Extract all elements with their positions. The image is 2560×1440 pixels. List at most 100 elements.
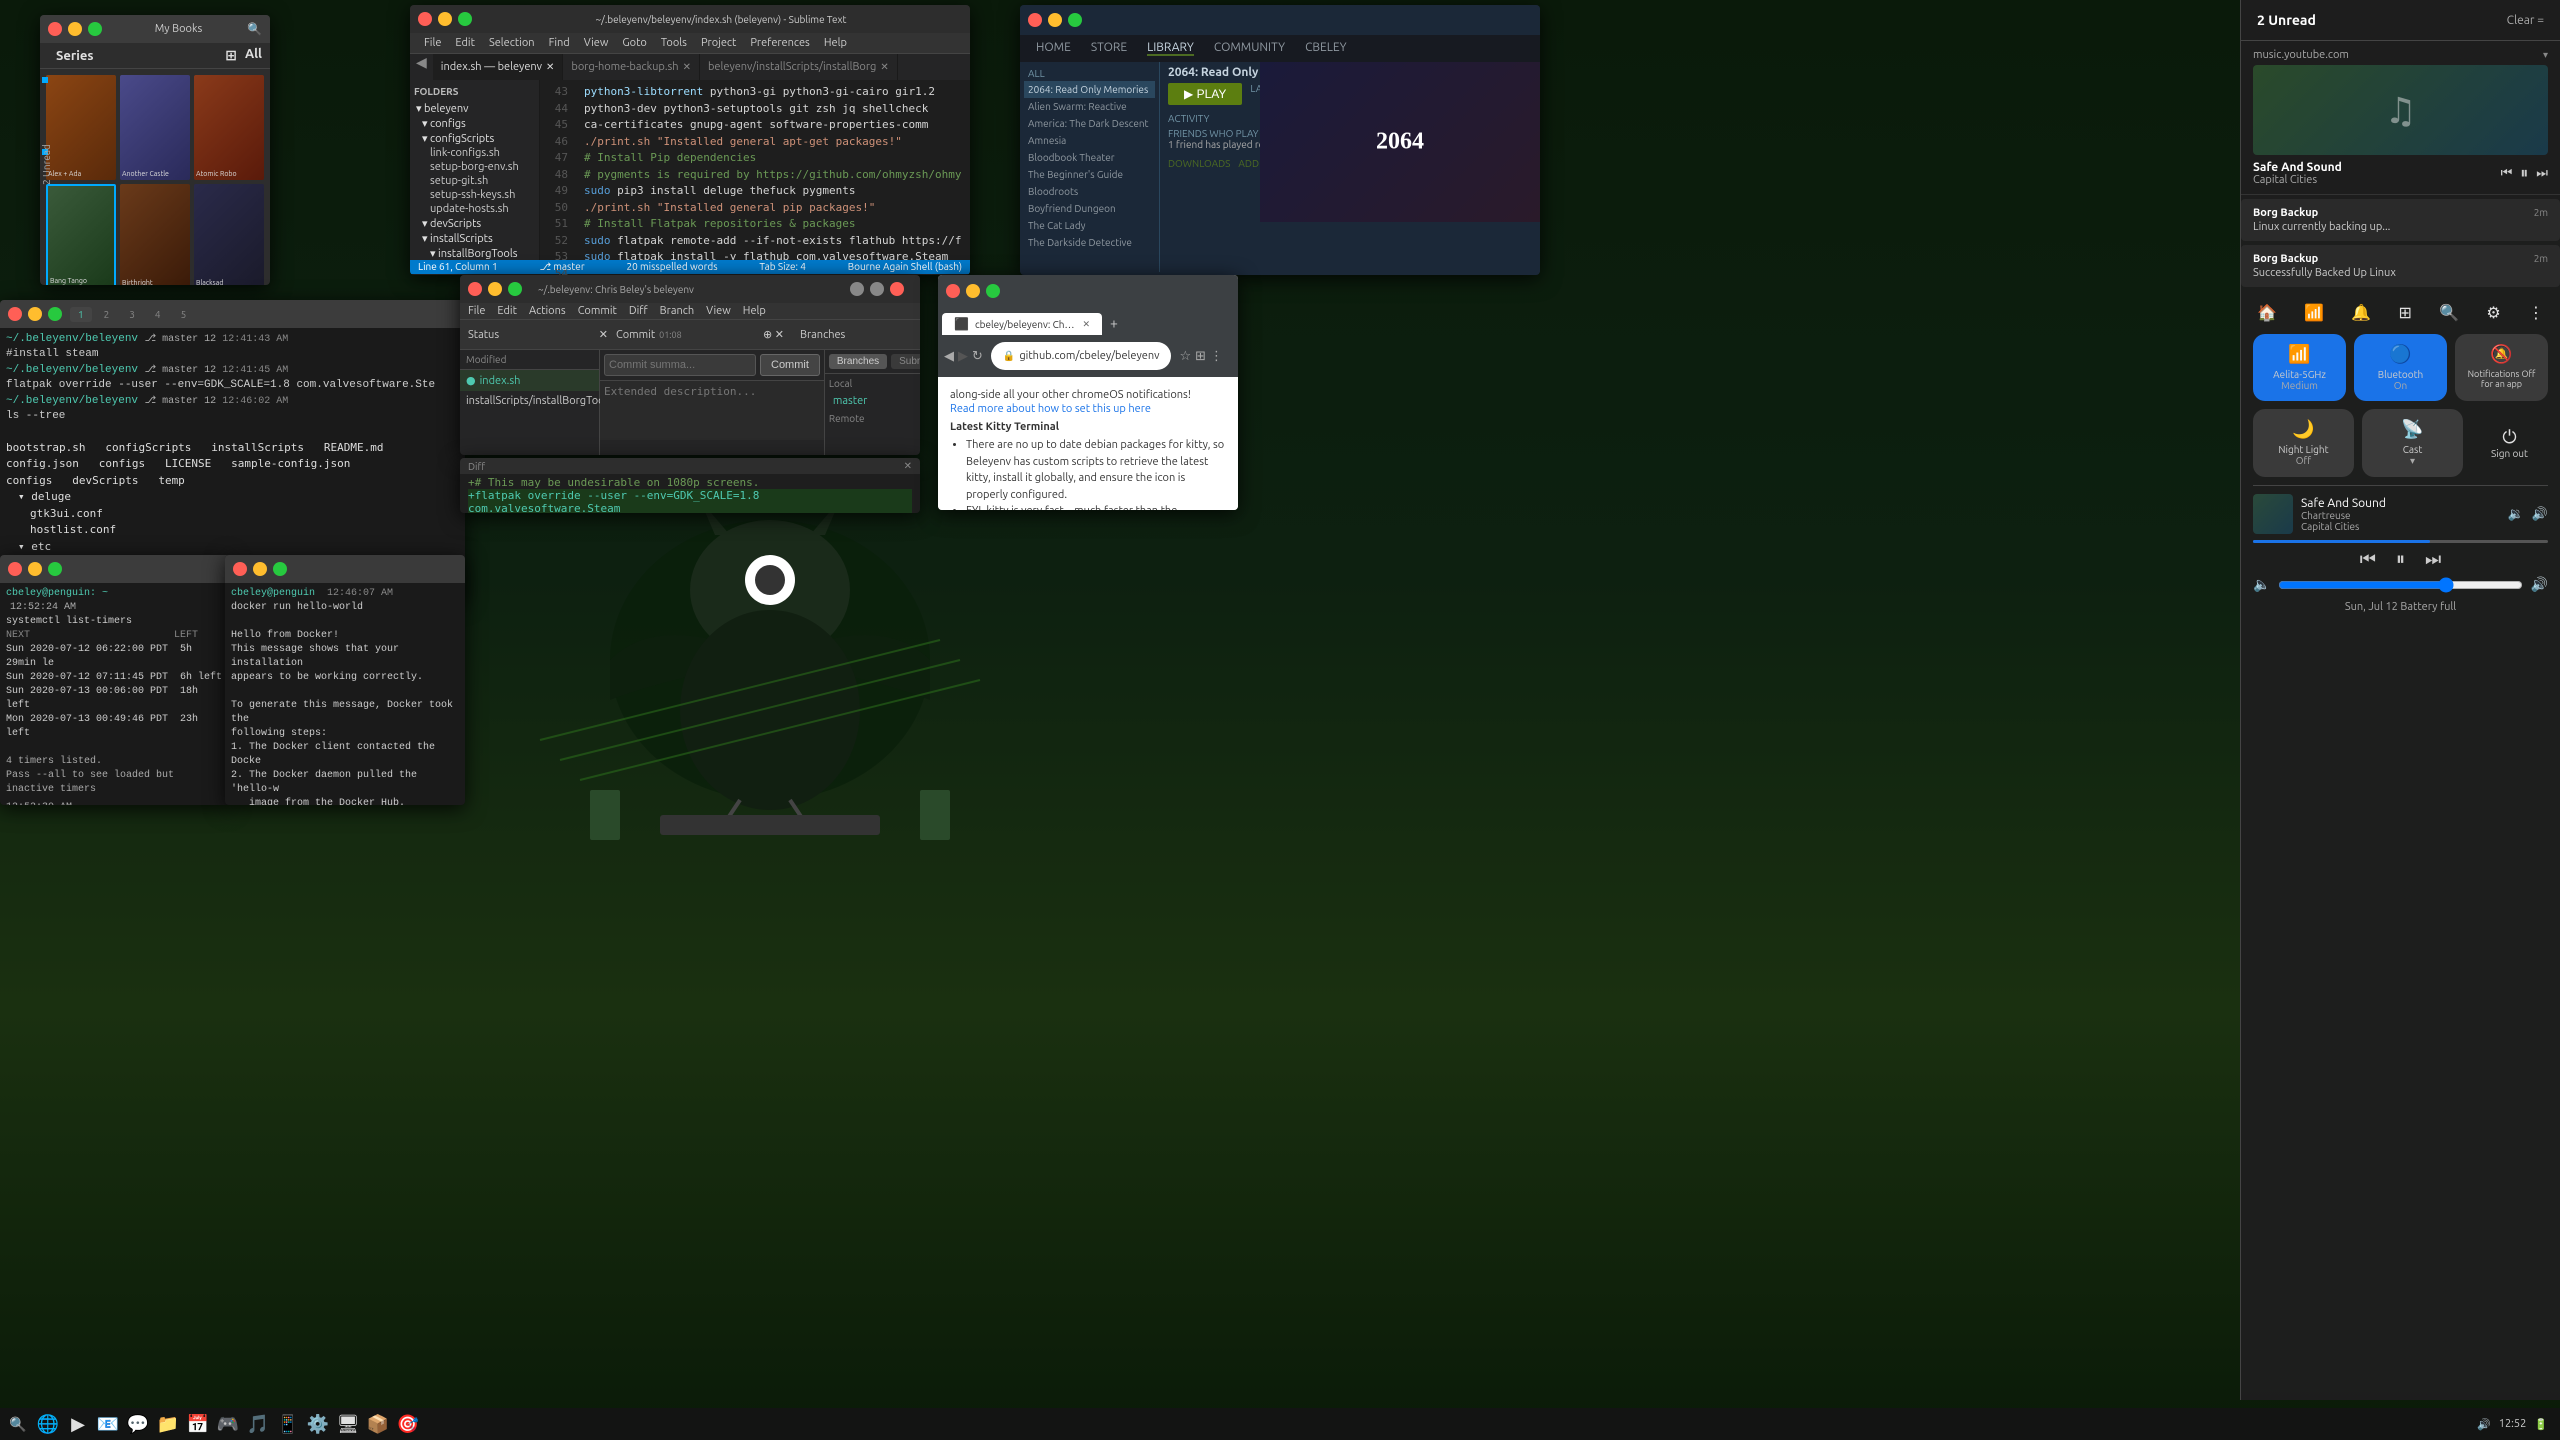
close-button[interactable] <box>890 282 904 296</box>
menu-find[interactable]: Find <box>543 35 576 51</box>
file-borg-env[interactable]: setup-borg-env.sh <box>414 160 535 174</box>
sidebar-item[interactable]: Alien Swarm: Reactive <box>1024 98 1155 115</box>
taskbar-launcher[interactable]: 🔍 <box>4 1410 32 1438</box>
taskbar-extra3[interactable]: 🎯 <box>394 1410 422 1438</box>
close-button[interactable] <box>48 22 62 36</box>
bluetooth-tile[interactable]: 🔵 Bluetooth On <box>2354 334 2447 401</box>
minimize-button[interactable] <box>966 284 980 298</box>
nav-community[interactable]: COMMUNITY <box>1214 41 1285 56</box>
folder-borgtools[interactable]: ▾ installBorgTools <box>414 246 535 260</box>
menu-view[interactable]: View <box>578 35 615 51</box>
new-tab-button[interactable]: + <box>1102 311 1126 335</box>
close-icon[interactable]: ✕ <box>775 329 784 341</box>
cast-tile[interactable]: 📡 Cast ▾ <box>2362 409 2463 477</box>
taskbar-games[interactable]: 🎮 <box>214 1410 242 1438</box>
wifi-icon[interactable]: 📶 <box>2304 303 2324 322</box>
downloads-link[interactable]: DOWNLOADS <box>1168 158 1230 169</box>
menu-help[interactable]: Help <box>818 35 853 51</box>
sidebar-item[interactable]: Amnesia <box>1024 132 1155 149</box>
close-button[interactable] <box>233 562 247 576</box>
extensions-icon[interactable]: ⊞ <box>1195 349 1206 364</box>
minimize-button[interactable] <box>850 282 864 296</box>
nav-store[interactable]: STORE <box>1091 41 1127 56</box>
forward-icon[interactable]: ▶ <box>958 349 968 364</box>
minimize-button[interactable] <box>28 307 42 321</box>
commit-icon[interactable]: ⊕ <box>763 329 772 341</box>
maximize-button[interactable] <box>273 562 287 576</box>
menu-diff[interactable]: Diff <box>629 305 648 317</box>
window-controls[interactable] <box>233 562 287 576</box>
maximize-button[interactable] <box>870 282 884 296</box>
terminal3-content[interactable]: cbeley@penguin 12:46:07 AM docker run he… <box>225 583 465 805</box>
git-window-controls-right[interactable] <box>850 282 904 296</box>
window-controls[interactable] <box>946 284 1000 298</box>
maximize-button[interactable] <box>458 12 472 26</box>
close-button[interactable] <box>468 282 482 296</box>
menu-view[interactable]: View <box>706 305 731 317</box>
menu-goto[interactable]: Goto <box>616 35 652 51</box>
menu-commit[interactable]: Commit <box>578 305 617 317</box>
window-controls[interactable] <box>8 307 62 321</box>
unstaged-file[interactable]: installScripts/installBorgToo <box>460 391 599 411</box>
file-ssh-keys[interactable]: setup-ssh-keys.sh <box>414 188 535 202</box>
search-icon[interactable]: 🔍 <box>2439 303 2459 322</box>
taskbar-messages[interactable]: 💬 <box>124 1410 152 1438</box>
commit-button[interactable]: Commit <box>760 354 820 376</box>
play-button[interactable]: ▶ PLAY <box>1168 83 1242 105</box>
staged-file[interactable]: ● index.sh <box>460 370 599 391</box>
maximize-button[interactable] <box>48 562 62 576</box>
prev-icon[interactable]: ⏮ <box>2501 166 2513 181</box>
taskbar-calendar[interactable]: 📅 <box>184 1410 212 1438</box>
next-icon[interactable]: ⏭ <box>2425 549 2441 570</box>
folder-devscripts[interactable]: ▾ devScripts <box>414 216 535 231</box>
window-controls[interactable] <box>418 12 472 26</box>
menu-file[interactable]: File <box>468 305 485 317</box>
tab-nav-left[interactable]: ◀ <box>410 54 433 80</box>
close-button[interactable] <box>946 284 960 298</box>
sidebar-item[interactable]: Bloodbook Theater <box>1024 149 1155 166</box>
menu-actions[interactable]: Actions <box>529 305 566 317</box>
play-pause-icon[interactable]: ⏸ <box>2396 549 2405 570</box>
taskbar-music[interactable]: 🎵 <box>244 1410 272 1438</box>
file-update-hosts[interactable]: update-hosts.sh <box>414 202 535 216</box>
close-button[interactable] <box>8 307 22 321</box>
tab-1[interactable]: 1 <box>70 307 92 322</box>
book-item[interactable]: Atomic Robo <box>194 75 264 180</box>
commit-description-input[interactable] <box>600 380 824 440</box>
tab-install[interactable]: beleyenv/installScripts/installBorg ✕ <box>700 54 898 80</box>
apps-icon[interactable]: ⊞ <box>2399 303 2412 322</box>
nav-library[interactable]: LIBRARY <box>1147 41 1194 56</box>
book-item[interactable]: Birthright <box>120 184 190 285</box>
file-setup-git[interactable]: setup-git.sh <box>414 174 535 188</box>
book-item[interactable]: Blacksad <box>194 184 264 285</box>
play-pause-icon[interactable]: ⏸ <box>2520 164 2528 183</box>
sidebar-item[interactable]: Bloodroots <box>1024 183 1155 200</box>
taskbar-chrome[interactable]: 🌐 <box>34 1410 62 1438</box>
menu-edit[interactable]: Edit <box>497 305 517 317</box>
wifi-tile[interactable]: 📶 Aelita-5GHz Medium <box>2253 334 2346 401</box>
settings-icon[interactable]: ⚙ <box>2486 303 2500 322</box>
menu-selection[interactable]: Selection <box>483 35 541 51</box>
close-button[interactable] <box>418 12 432 26</box>
prev-icon[interactable]: ⏮ <box>2360 549 2376 570</box>
url-display[interactable]: github.com/cbeley/beleyenv <box>1019 350 1159 362</box>
code-area[interactable]: python3-libtorrent python3-gi python3-gi… <box>576 80 970 260</box>
books-view-controls[interactable]: ⊞ All <box>225 47 262 64</box>
minimize-button[interactable] <box>253 562 267 576</box>
address-bar[interactable]: 🔒 github.com/cbeley/beleyenv <box>991 342 1172 370</box>
how-to-link[interactable]: Read more about how to set this up here <box>950 403 1226 415</box>
tab-5[interactable]: 5 <box>173 307 195 322</box>
star-icon[interactable]: ☆ <box>1179 349 1191 364</box>
taskbar-settings[interactable]: ⚙️ <box>304 1410 332 1438</box>
window-controls[interactable] <box>468 282 522 296</box>
sign-out-tile[interactable]: ⏻ Sign out <box>2471 409 2548 477</box>
minimize-button[interactable] <box>68 22 82 36</box>
menu-edit[interactable]: Edit <box>449 35 481 51</box>
taskbar-extra1[interactable]: 🖥 <box>334 1410 362 1438</box>
commit-message-input[interactable] <box>604 354 756 376</box>
nav-home[interactable]: HOME <box>1036 41 1071 56</box>
sidebar-item[interactable]: The Beginner's Guide <box>1024 166 1155 183</box>
folder-beleyenv[interactable]: ▾ beleyenv <box>414 101 535 116</box>
folder-installscripts[interactable]: ▾ installScripts <box>414 231 535 246</box>
menu-preferences[interactable]: Preferences <box>744 35 816 51</box>
